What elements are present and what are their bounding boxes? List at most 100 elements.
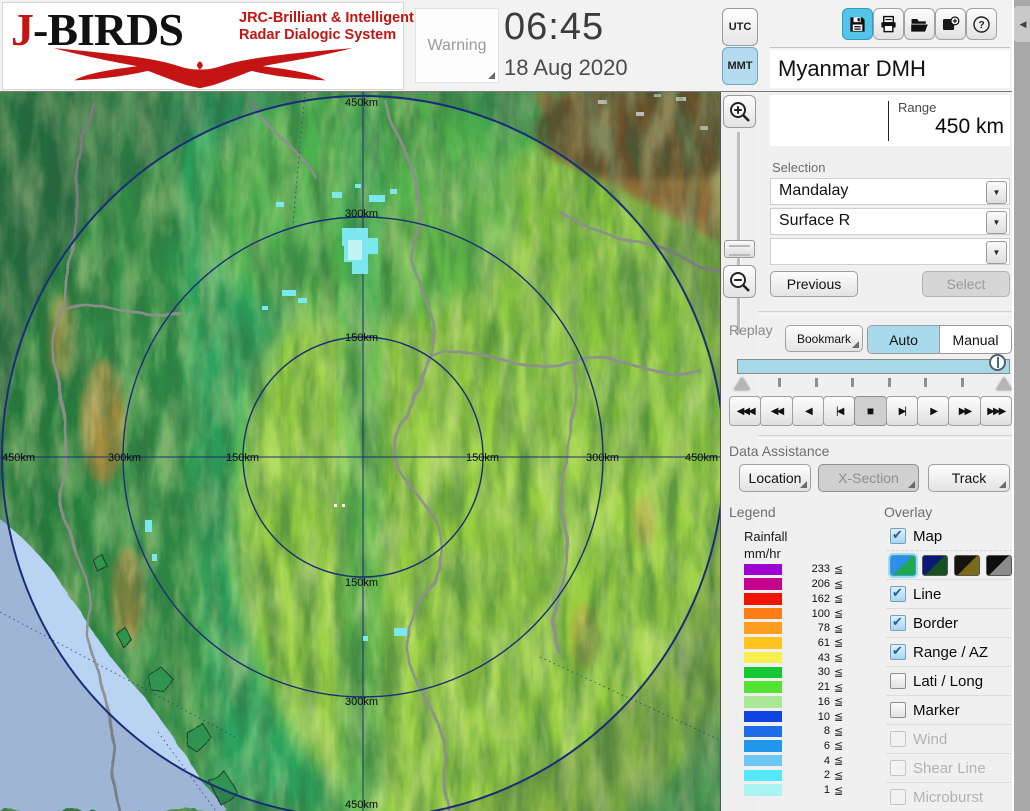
step-back-button[interactable]: |◀ [822, 396, 856, 426]
legend-color-swatch [744, 740, 782, 752]
ring-label: 450km [685, 452, 718, 464]
manual-mode-button[interactable]: Manual [939, 326, 1011, 353]
map-style-olive-button[interactable] [954, 554, 980, 576]
legend-color-swatch [744, 666, 782, 679]
print-button[interactable] [873, 8, 904, 40]
play-reverse-button[interactable]: ◀ [791, 396, 824, 426]
legend-value: 4 [823, 754, 830, 767]
print-icon [881, 15, 896, 32]
replay-timeline-slider[interactable] [737, 359, 1010, 374]
legend-value: 78 [817, 622, 830, 635]
site-dropdown[interactable]: Mandalay ▼ [770, 178, 1010, 205]
replay-slider-handle[interactable] [989, 354, 1006, 371]
legend-color-swatch [744, 593, 782, 605]
range-start-marker[interactable] [734, 377, 750, 390]
play-button[interactable]: ▶ [916, 396, 950, 426]
legend-value: 100 [811, 607, 830, 620]
fast-rewind-3-button[interactable]: ◀◀◀ [729, 396, 762, 426]
less-equal-symbol: ≦ [834, 563, 844, 576]
fast-forward-2-button[interactable]: ▶▶ [948, 396, 981, 426]
rainfall-legend: Rainfall mm/hr 233 ≦ 206 ≦ 162 ≦ 100 ≦ 78 ≦ 61 ≦ 43 ≦… [736, 528, 896, 798]
map-style-night-button[interactable] [922, 554, 948, 576]
overlay-row-shear-line: Shear Line [886, 753, 1012, 782]
x-section-button[interactable]: X-Section [818, 464, 919, 492]
legend-color-swatch [744, 607, 782, 620]
location-button[interactable]: Location [739, 464, 811, 492]
less-equal-symbol: ≦ [834, 637, 844, 650]
chevron-down-icon[interactable]: ▼ [986, 211, 1007, 234]
legend-row: 21 ≦ [736, 680, 896, 695]
playback-toolbar: ◀◀◀ ◀◀ ◀ |◀ ■ ▶| ▶ ▶▶ ▶▶▶ [729, 396, 1012, 426]
less-equal-symbol: ≦ [834, 755, 844, 768]
legend-color-swatch [744, 725, 782, 738]
legend-row: 162 ≦ [736, 591, 896, 606]
legend-title-2: mm/hr [744, 546, 781, 561]
chevron-down-icon[interactable]: ▼ [986, 241, 1007, 264]
previous-button[interactable]: Previous [770, 271, 858, 297]
zoom-in-button[interactable] [723, 95, 756, 128]
legend-color-swatch [744, 681, 782, 693]
checkbox-microburst [890, 789, 906, 805]
legend-value: 43 [817, 651, 830, 664]
zoom-slider-track[interactable] [737, 132, 741, 334]
checkbox-map[interactable] [890, 527, 906, 544]
legend-value: 233 [811, 563, 830, 576]
overlay-item-label: Lati / Long [913, 672, 984, 690]
panel-collapse-tab[interactable]: ◀ [1014, 6, 1030, 42]
option-dropdown[interactable]: ▼ [770, 238, 1010, 265]
selection-label: Selection [772, 160, 826, 175]
open-file-button[interactable] [904, 8, 935, 40]
ring-label: 450km [2, 452, 35, 464]
mmt-toggle-button[interactable]: MMT [722, 47, 758, 85]
help-button[interactable]: ? [966, 8, 997, 40]
clock-time: 06:45 [504, 6, 605, 48]
legend-color-swatch [744, 696, 782, 708]
checkbox-lati-long[interactable] [890, 673, 906, 689]
less-equal-symbol: ≦ [834, 652, 844, 665]
step-forward-button[interactable]: ▶| [885, 396, 918, 426]
track-button[interactable]: Track [928, 464, 1010, 492]
overlay-row-border: Border [886, 608, 1012, 637]
chevron-down-icon[interactable]: ▼ [986, 181, 1007, 204]
auto-mode-button[interactable]: Auto [868, 326, 939, 353]
range-end-marker[interactable] [996, 377, 1012, 390]
overlay-row-range-az: Range / AZ [886, 637, 1012, 666]
checkbox-wind [890, 731, 906, 747]
bookmark-button[interactable]: Bookmark [785, 325, 863, 352]
capture-image-button[interactable] [935, 8, 966, 40]
checkbox-line[interactable] [890, 585, 906, 602]
overlay-item-label: Marker [913, 701, 960, 719]
utc-toggle-button[interactable]: UTC [722, 8, 758, 46]
map-style-daylight-button[interactable] [890, 554, 916, 576]
jbirds-logo: J-BIRDS JRC-Brilliant & Intelligent Rada… [2, 2, 414, 90]
overlay-item-label: Line [913, 585, 942, 603]
zoom-slider-thumb[interactable] [724, 240, 755, 258]
checkbox-marker[interactable] [890, 702, 906, 718]
legend-color-swatch [744, 710, 782, 723]
overlay-row-line: Line [886, 579, 1012, 608]
legend-row: 78 ≦ [736, 621, 896, 636]
ring-label: 450km [345, 97, 378, 109]
zoom-out-button[interactable] [723, 265, 756, 298]
warning-button[interactable]: Warning [415, 8, 499, 83]
legend-color-swatch [744, 769, 782, 782]
svg-text:?: ? [978, 20, 984, 31]
checkbox-border[interactable] [890, 614, 906, 631]
product-dropdown-value: Surface R [779, 212, 851, 229]
logo-subtitle: JRC-Brilliant & Intelligent Radar Dialog… [239, 10, 414, 43]
overlay-item-label: Range / AZ [913, 643, 989, 661]
save-button[interactable] [842, 8, 873, 40]
legend-color-swatch [744, 651, 782, 664]
checkbox-range-az[interactable] [890, 643, 906, 660]
product-dropdown[interactable]: Surface R ▼ [770, 208, 1010, 235]
zoom-out-icon [729, 271, 750, 292]
legend-value: 206 [811, 578, 830, 591]
radar-map[interactable]: 450km 300km 150km 150km 300km 450km 450km 300km… [0, 84, 790, 811]
fast-rewind-2-button[interactable]: ◀◀ [760, 396, 793, 426]
stop-button[interactable]: ■ [854, 396, 887, 426]
less-equal-symbol: ≦ [834, 696, 844, 709]
map-style-gray-button[interactable] [986, 554, 1012, 576]
legend-row: 8 ≦ [736, 724, 896, 739]
fast-forward-3-button[interactable]: ▶▶▶ [979, 396, 1012, 426]
ring-label: 150km [226, 452, 259, 464]
